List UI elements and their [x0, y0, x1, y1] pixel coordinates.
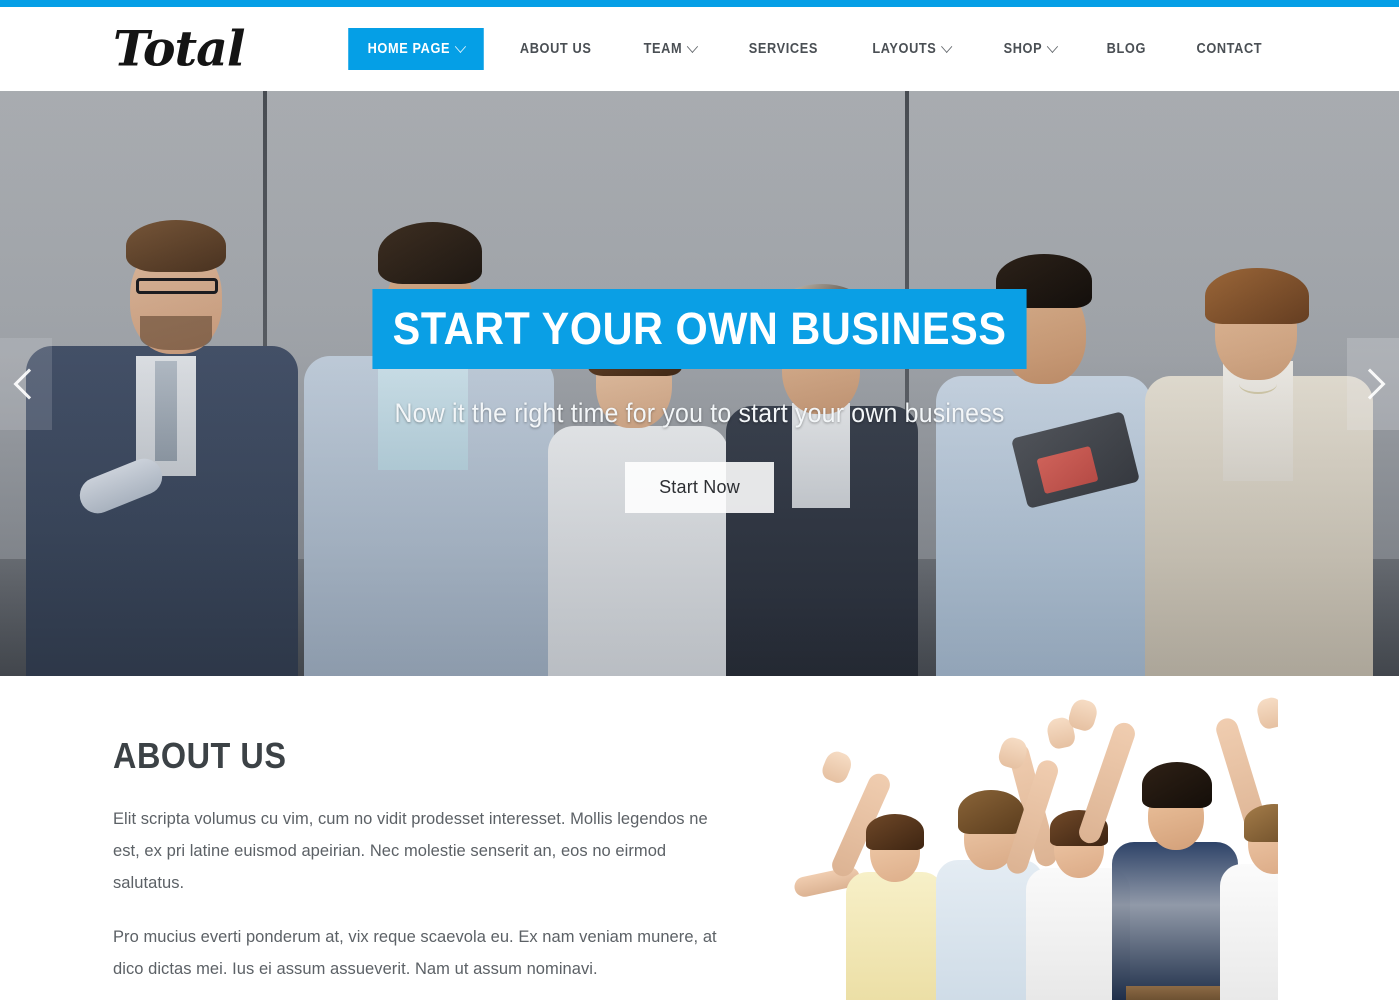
- site-logo[interactable]: Total: [113, 24, 246, 74]
- chevron-down-icon: [1046, 39, 1058, 53]
- about-image: [768, 688, 1278, 1000]
- main-navigation: HOME PAGE ABOUT US TEAM SERVICES LAYOUTS…: [339, 28, 1289, 70]
- nav-item-label: SHOP: [1003, 41, 1042, 57]
- about-paragraph-2: Pro mucius everti ponderum at, vix reque…: [113, 928, 717, 978]
- page-root: Total HOME PAGE ABOUT US TEAM SERVICES L…: [0, 0, 1399, 1000]
- about-section: ABOUT US Elit scripta volumus cu vim, cu…: [0, 676, 1399, 1000]
- nav-item-services[interactable]: SERVICES: [730, 31, 838, 67]
- nav-item-layouts[interactable]: LAYOUTS: [853, 31, 970, 67]
- hero-slider: START YOUR OWN BUSINESS Now it the right…: [0, 91, 1399, 676]
- about-person-1: [792, 748, 944, 1000]
- nav-item-shop[interactable]: SHOP: [984, 31, 1075, 67]
- hero-title: START YOUR OWN BUSINESS: [372, 289, 1027, 369]
- nav-item-label: BLOG: [1106, 41, 1146, 57]
- nav-item-label: TEAM: [643, 41, 683, 57]
- nav-item-label: ABOUT US: [519, 41, 592, 57]
- nav-item-label: CONTACT: [1196, 41, 1263, 57]
- nav-item-label: SERVICES: [748, 41, 819, 57]
- chevron-left-icon: [13, 367, 45, 400]
- nav-item-label: HOME PAGE: [367, 41, 451, 57]
- hero-content: START YOUR OWN BUSINESS Now it the right…: [0, 289, 1399, 513]
- nav-item-team[interactable]: TEAM: [625, 31, 716, 67]
- about-title: ABOUT US: [113, 735, 287, 776]
- site-header: Total HOME PAGE ABOUT US TEAM SERVICES L…: [0, 7, 1399, 91]
- chevron-down-icon: [454, 39, 467, 53]
- about-person-5: [1220, 796, 1278, 1000]
- nav-item-blog[interactable]: BLOG: [1087, 31, 1165, 67]
- hero-prev-button[interactable]: [0, 337, 52, 430]
- nav-item-contact[interactable]: CONTACT: [1177, 31, 1281, 67]
- hero-next-button[interactable]: [1347, 337, 1399, 430]
- chevron-right-icon: [1354, 367, 1386, 400]
- about-paragraph-1: Elit scripta volumus cu vim, cum no vidi…: [113, 810, 708, 892]
- nav-item-home-page[interactable]: HOME PAGE: [348, 28, 484, 70]
- about-text-column: ABOUT US Elit scripta volumus cu vim, cu…: [113, 735, 729, 1000]
- nav-item-about-us[interactable]: ABOUT US: [500, 31, 610, 67]
- chevron-down-icon: [940, 39, 953, 53]
- chevron-down-icon: [687, 39, 699, 53]
- nav-item-label: LAYOUTS: [872, 41, 937, 57]
- top-accent-bar: [0, 0, 1399, 7]
- hero-subtitle: Now it the right time for you to start y…: [394, 398, 1005, 428]
- hero-cta-button[interactable]: Start Now: [625, 462, 774, 513]
